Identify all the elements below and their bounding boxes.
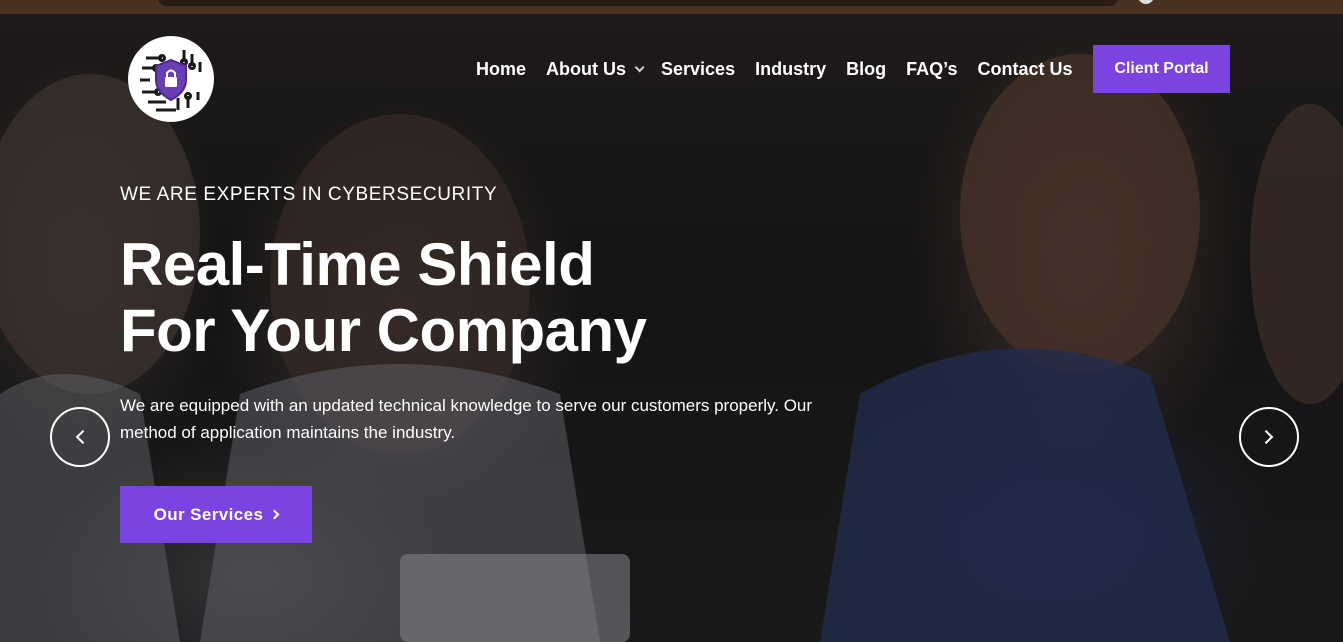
site-logo[interactable]	[128, 36, 214, 122]
hero-headline-line2: For Your Company	[120, 297, 647, 364]
nav-blog[interactable]: Blog	[846, 59, 886, 80]
main-nav: Home About Us Services Industry Blog FAQ…	[476, 58, 1092, 80]
nav-about-us[interactable]: About Us	[546, 58, 645, 80]
client-portal-button[interactable]: Client Portal	[1093, 45, 1230, 93]
chevron-right-icon	[1259, 429, 1274, 445]
profile-icon[interactable]	[1138, 0, 1154, 4]
nav-industry[interactable]: Industry	[755, 59, 826, 80]
hero-headline-line1: Real-Time Shield	[120, 231, 595, 298]
address-bar[interactable]	[158, 0, 1118, 6]
browser-top-strip	[0, 0, 1343, 14]
slider-next-button[interactable]	[1239, 407, 1299, 467]
hero-eyebrow: WE ARE EXPERTS IN CYBERSECURITY	[120, 184, 498, 205]
our-services-label: Our Services	[153, 504, 264, 524]
nav-about-us-label: About Us	[546, 58, 627, 79]
nav-home[interactable]: Home	[476, 59, 526, 80]
chevron-down-icon	[634, 61, 645, 72]
hero-headline: Real-Time Shield For Your Company	[120, 232, 647, 364]
nav-services[interactable]: Services	[661, 59, 735, 80]
nav-faqs[interactable]: FAQ’s	[906, 59, 957, 80]
our-services-button[interactable]: Our Services	[120, 486, 312, 543]
nav-contact-us[interactable]: Contact Us	[977, 59, 1072, 80]
hero-description: We are equipped with an updated technica…	[120, 396, 813, 442]
chevron-left-icon	[75, 429, 90, 445]
chevron-right-icon	[269, 509, 280, 520]
slider-prev-button[interactable]	[50, 407, 110, 467]
shield-lock-icon	[129, 37, 213, 121]
